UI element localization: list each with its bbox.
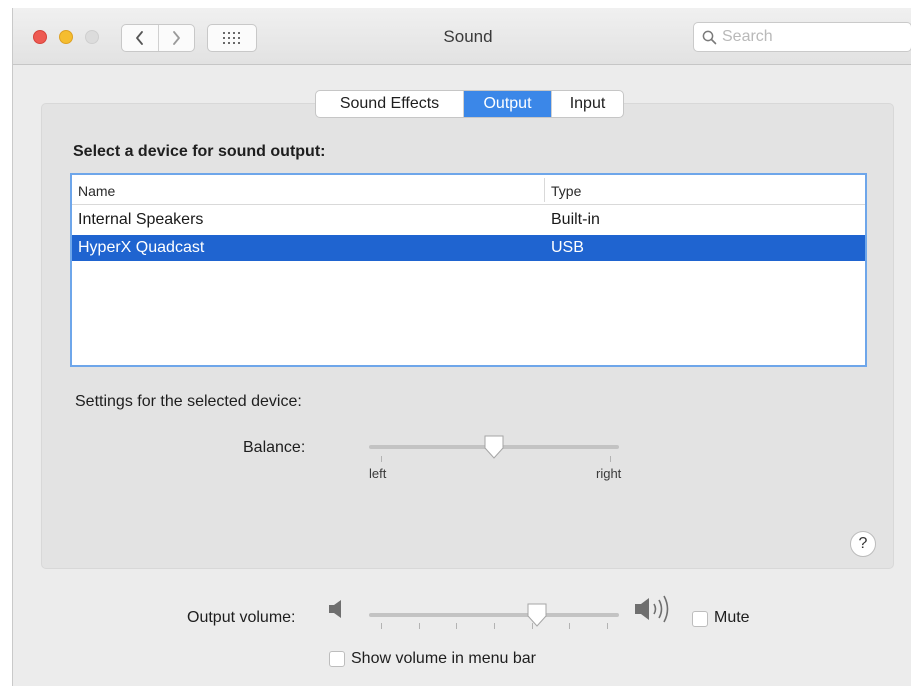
speaker-low-icon <box>329 600 341 618</box>
search-field[interactable] <box>693 22 911 52</box>
volume-tick <box>456 623 458 629</box>
device-name: HyperX Quadcast <box>78 239 205 256</box>
title-bar: Sound <box>13 8 911 65</box>
column-header-type[interactable]: Type <box>551 183 581 199</box>
tab-input[interactable]: Input <box>551 91 623 117</box>
show-in-menubar-label: Show volume in menu bar <box>351 650 536 667</box>
search-input[interactable] <box>722 26 902 48</box>
table-row-selected[interactable]: HyperX Quadcast USB <box>72 235 865 261</box>
volume-tick <box>607 623 608 629</box>
balance-tick-left <box>381 456 382 462</box>
help-button[interactable]: ? <box>850 531 876 557</box>
column-header-name[interactable]: Name <box>78 183 115 199</box>
column-divider <box>544 178 545 202</box>
balance-left-label: left <box>369 466 387 481</box>
output-volume-slider-thumb[interactable] <box>526 602 548 628</box>
device-table[interactable]: Name Type Internal Speakers Built-in Hyp… <box>70 173 867 367</box>
mute-label: Mute <box>714 609 750 626</box>
device-name: Internal Speakers <box>78 211 204 228</box>
tab-output[interactable]: Output <box>463 91 551 117</box>
speaker-high-icon <box>635 595 669 623</box>
help-icon: ? <box>858 535 868 552</box>
mute-checkbox[interactable] <box>692 611 708 627</box>
table-row[interactable]: Internal Speakers Built-in <box>72 207 865 233</box>
device-type: USB <box>551 239 584 256</box>
balance-tick-right <box>610 456 611 462</box>
volume-tick <box>494 623 495 629</box>
device-type: Built-in <box>551 211 600 228</box>
output-volume-slider[interactable] <box>369 613 619 617</box>
device-list-heading: Select a device for sound output: <box>73 143 326 160</box>
volume-tick <box>418 623 420 629</box>
volume-tick <box>569 623 571 629</box>
search-icon <box>702 30 717 45</box>
volume-tick <box>381 623 382 629</box>
tab-sound-effects[interactable]: Sound Effects <box>316 91 463 117</box>
tab-bar: Sound Effects Output Input <box>315 90 624 118</box>
show-in-menubar-checkbox[interactable] <box>329 651 345 667</box>
balance-slider-thumb[interactable] <box>483 434 505 460</box>
balance-label: Balance: <box>243 439 306 456</box>
balance-right-label: right <box>596 466 622 481</box>
output-volume-label: Output volume: <box>187 609 296 626</box>
device-settings-label: Settings for the selected device: <box>75 393 302 410</box>
table-header: Name Type <box>72 175 865 205</box>
sound-preferences-window: Sound Sound Effects Output Input Select … <box>12 8 911 686</box>
